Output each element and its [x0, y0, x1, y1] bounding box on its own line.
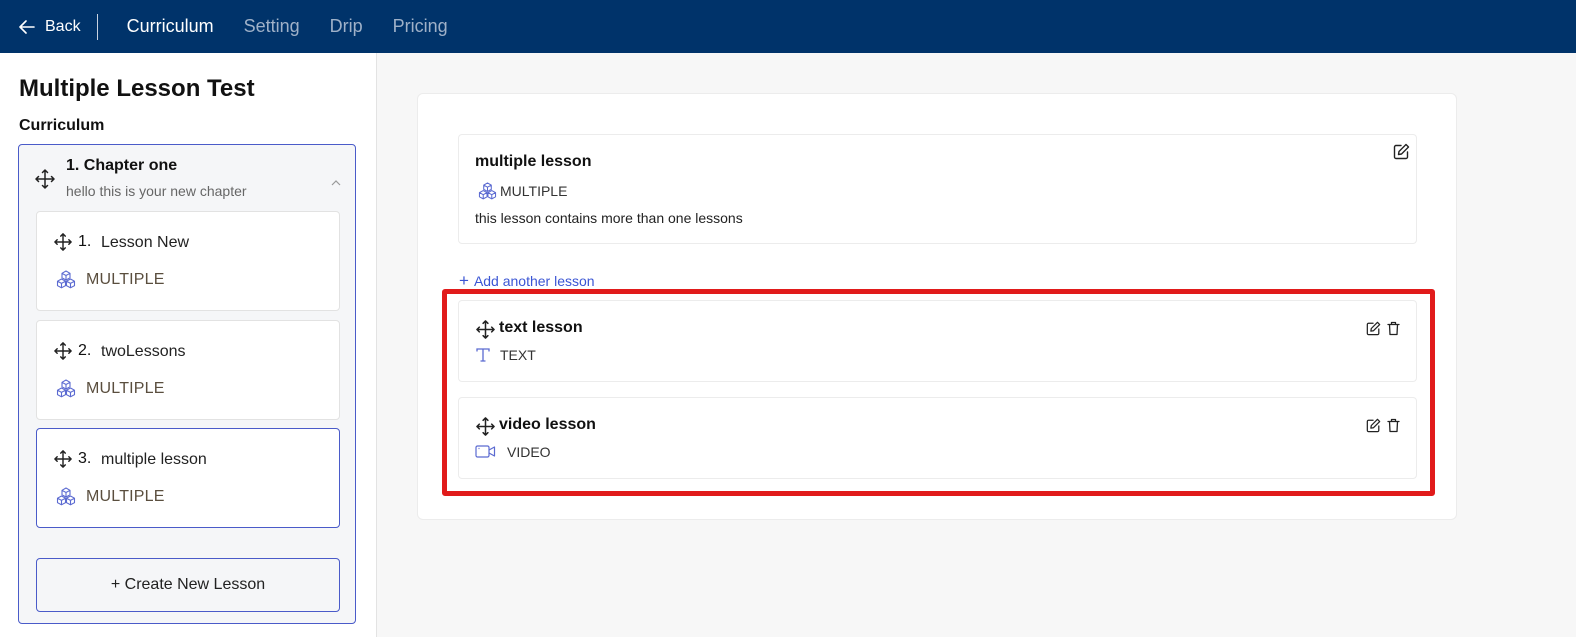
curriculum-sidebar: Multiple Lesson Test Curriculum 1. Chapt…: [0, 53, 377, 637]
chapter-card: 1. Chapter one hello this is your new ch…: [18, 144, 356, 624]
move-icon[interactable]: [54, 233, 72, 256]
top-nav-bar: Back Curriculum Setting Drip Pricing: [0, 0, 1576, 53]
sub-lesson-title: text lesson: [499, 319, 583, 336]
tab-setting[interactable]: Setting: [244, 16, 300, 37]
back-button[interactable]: Back: [0, 0, 81, 53]
tab-drip[interactable]: Drip: [330, 16, 363, 37]
sub-lesson-card[interactable]: video lesson VIDEO: [458, 397, 1417, 479]
add-another-lesson-link[interactable]: + Add another lesson: [458, 271, 595, 291]
add-lesson-label: Add another lesson: [473, 273, 595, 289]
edit-icon[interactable]: [1366, 418, 1381, 433]
parent-lesson-type: MULTIPLE: [500, 183, 568, 199]
create-lesson-button[interactable]: + Create New Lesson: [36, 558, 340, 612]
sub-lesson-actions: [1366, 418, 1400, 433]
nav-divider: [96, 13, 98, 40]
back-label: Back: [45, 17, 81, 35]
curriculum-label: Curriculum: [19, 117, 105, 134]
arrow-left-icon: [19, 19, 35, 34]
cubes-icon: [56, 270, 76, 294]
sub-lesson-card[interactable]: text lesson TEXT: [458, 300, 1417, 382]
parent-lesson-card: multiple lesson MULTIPLE this lesson con…: [458, 134, 1417, 244]
move-icon[interactable]: [476, 417, 495, 441]
text-type-icon: [475, 347, 491, 368]
sub-lesson-actions: [1366, 321, 1400, 336]
lesson-item[interactable]: 1. Lesson New MULTIPLE: [36, 211, 340, 311]
chapter-title: 1. Chapter one: [66, 157, 178, 174]
trash-icon[interactable]: [1387, 418, 1400, 433]
sub-lesson-type: TEXT: [500, 347, 536, 363]
lesson-number: 1.: [78, 233, 92, 250]
trash-icon[interactable]: [1387, 321, 1400, 336]
lesson-title: multiple lesson: [101, 451, 207, 468]
move-icon[interactable]: [54, 342, 72, 365]
cubes-icon: [478, 182, 497, 205]
parent-lesson-title: multiple lesson: [475, 153, 592, 170]
edit-icon[interactable]: [1366, 321, 1381, 336]
lesson-type: MULTIPLE: [86, 380, 165, 397]
edit-icon[interactable]: [1393, 143, 1410, 165]
move-icon[interactable]: [35, 169, 55, 194]
course-title: Multiple Lesson Test: [19, 75, 255, 102]
lesson-title: Lesson New: [101, 234, 190, 251]
move-icon[interactable]: [476, 320, 495, 344]
chapter-subtitle: hello this is your new chapter: [66, 183, 247, 199]
lesson-item-selected[interactable]: 3. multiple lesson MULTIPLE: [36, 428, 340, 528]
lesson-number: 3.: [78, 450, 92, 467]
sub-lesson-type: VIDEO: [507, 444, 551, 460]
lesson-item[interactable]: 2. twoLessons MULTIPLE: [36, 320, 340, 420]
video-type-icon: [475, 444, 496, 464]
sub-lesson-title: video lesson: [499, 416, 596, 433]
parent-lesson-description: this lesson contains more than one lesso…: [475, 210, 743, 226]
lesson-title: twoLessons: [101, 343, 186, 360]
lesson-number: 2.: [78, 342, 92, 359]
plus-icon: +: [459, 271, 469, 290]
cubes-icon: [56, 487, 76, 511]
tab-pricing[interactable]: Pricing: [393, 16, 448, 37]
cubes-icon: [56, 379, 76, 403]
lesson-type: MULTIPLE: [86, 488, 165, 505]
move-icon[interactable]: [54, 450, 72, 473]
lesson-detail-panel: multiple lesson MULTIPLE this lesson con…: [417, 93, 1457, 520]
tab-curriculum[interactable]: Curriculum: [127, 16, 214, 37]
chevron-up-icon[interactable]: [331, 173, 341, 191]
lesson-type: MULTIPLE: [86, 271, 165, 288]
chapter-header[interactable]: 1. Chapter one hello this is your new ch…: [19, 145, 355, 207]
